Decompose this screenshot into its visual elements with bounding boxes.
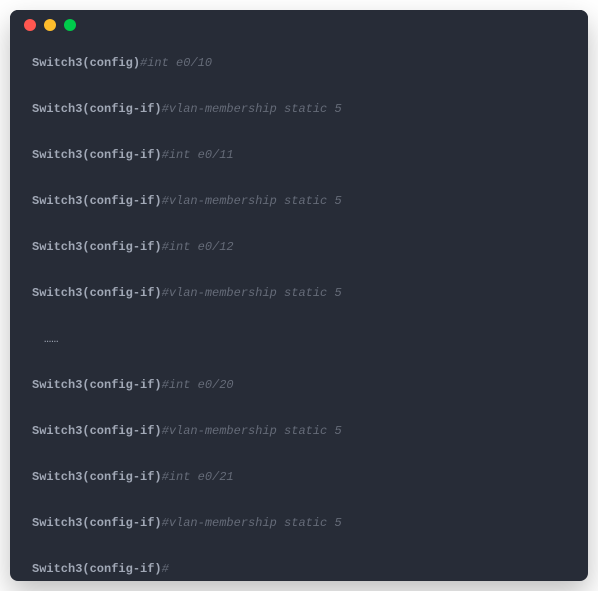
terminal-line: Switch3(config-if)#int e0/20 xyxy=(32,376,566,394)
command-comment: #vlan-membership static 5 xyxy=(162,102,342,116)
terminal-body: Switch3(config)#int e0/10 Switch3(config… xyxy=(10,40,588,581)
command-comment: #int e0/11 xyxy=(162,148,234,162)
terminal-line: Switch3(config-if)#vlan-membership stati… xyxy=(32,284,566,302)
terminal-line: Switch3(config)#int e0/10 xyxy=(32,54,566,72)
close-icon[interactable] xyxy=(24,19,36,31)
command-comment: #int e0/12 xyxy=(162,240,234,254)
prompt: Switch3(config-if) xyxy=(32,470,162,484)
zoom-icon[interactable] xyxy=(64,19,76,31)
prompt: Switch3(config-if) xyxy=(32,378,162,392)
terminal-line: Switch3(config-if)#vlan-membership stati… xyxy=(32,422,566,440)
command-comment: #vlan-membership static 5 xyxy=(162,516,342,530)
prompt: Switch3(config-if) xyxy=(32,148,162,162)
prompt: Switch3(config-if) xyxy=(32,102,162,116)
titlebar xyxy=(10,10,588,40)
prompt: Switch3(config-if) xyxy=(32,194,162,208)
terminal-window: Switch3(config)#int e0/10 Switch3(config… xyxy=(10,10,588,581)
command-comment: #vlan-membership static 5 xyxy=(162,286,342,300)
prompt: Switch3(config-if) xyxy=(32,424,162,438)
terminal-line: Switch3(config-if)#vlan-membership stati… xyxy=(32,192,566,210)
command-comment: #int e0/20 xyxy=(162,378,234,392)
prompt: Switch3(config-if) xyxy=(32,516,162,530)
prompt: Switch3(config) xyxy=(32,56,140,70)
command-comment: #vlan-membership static 5 xyxy=(162,194,342,208)
terminal-line: …… xyxy=(32,330,566,348)
command-comment: #int e0/21 xyxy=(162,470,234,484)
terminal-line: Switch3(config-if)# xyxy=(32,560,566,578)
ellipsis: …… xyxy=(32,332,58,346)
prompt: Switch3(config-if) xyxy=(32,562,162,576)
command-comment: # xyxy=(162,562,169,576)
command-comment: #vlan-membership static 5 xyxy=(162,424,342,438)
terminal-line: Switch3(config-if)#int e0/12 xyxy=(32,238,566,256)
prompt: Switch3(config-if) xyxy=(32,286,162,300)
minimize-icon[interactable] xyxy=(44,19,56,31)
terminal-line: Switch3(config-if)#vlan-membership stati… xyxy=(32,514,566,532)
command-comment: #int e0/10 xyxy=(140,56,212,70)
terminal-line: Switch3(config-if)#int e0/21 xyxy=(32,468,566,486)
terminal-line: Switch3(config-if)#vlan-membership stati… xyxy=(32,100,566,118)
terminal-line: Switch3(config-if)#int e0/11 xyxy=(32,146,566,164)
prompt: Switch3(config-if) xyxy=(32,240,162,254)
